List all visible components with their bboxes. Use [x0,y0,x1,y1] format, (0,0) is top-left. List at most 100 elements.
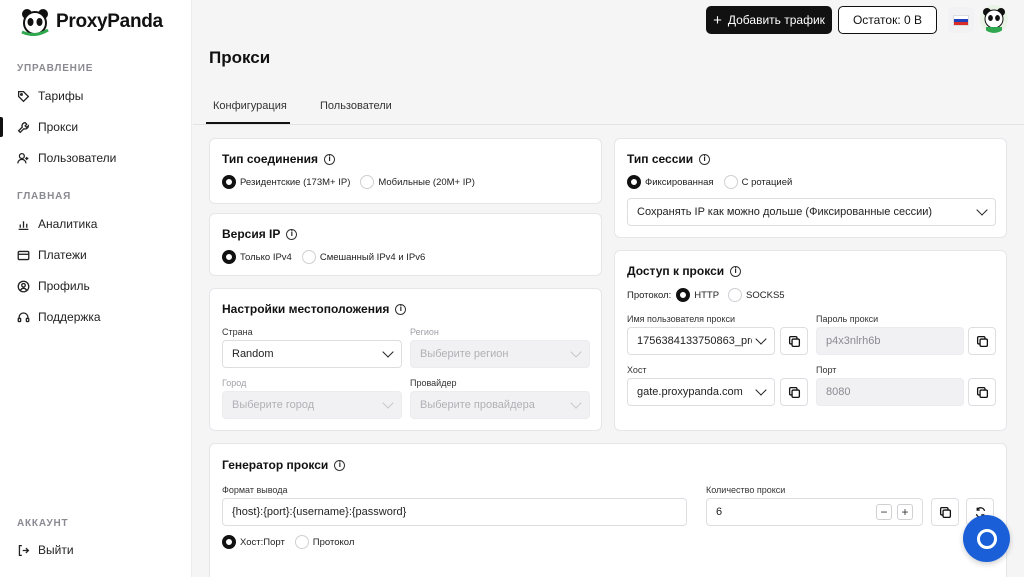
copy-icon [788,335,800,347]
port-field[interactable]: 8080 [816,378,964,406]
sidebar-item-profile[interactable]: Профиль [17,276,187,296]
copy-port-button[interactable] [968,378,996,406]
location-card: Настройки местоположения i Страна Random… [209,288,602,431]
plus-icon: + [713,11,722,29]
radio-dot [301,250,316,264]
info-icon[interactable]: i [334,459,346,471]
info-icon[interactable]: i [286,228,298,240]
avatar[interactable] [980,5,1008,33]
sidebar-item-payments[interactable]: Платежи [17,245,187,265]
tab-configuration[interactable]: Конфигурация [206,100,290,124]
radio-host-port[interactable]: Хост:Порт [222,535,285,549]
headset-icon [17,311,30,322]
radio-mixed-ip[interactable]: Смешанный IPv4 и IPv6 [301,250,425,264]
radio-rotating[interactable]: С ротацией [723,175,792,189]
language-selector[interactable] [948,7,974,33]
chat-icon [976,528,997,549]
copy-icon [939,506,951,518]
radio-label: Только IPv4 [240,251,292,263]
brand-logo[interactable]: ProxyPanda [20,8,163,36]
copy-password-button[interactable] [968,327,996,355]
city-placeholder: Выберите город [232,399,315,411]
radio-socks5[interactable]: SOCKS5 [728,288,785,302]
sidebar-item-tariffs[interactable]: Тарифы [17,86,187,106]
radio-mobile[interactable]: Мобильные (20M+ IP) [360,175,475,189]
quantity-stepper[interactable]: 6 − + [706,498,923,526]
decrement-button[interactable]: − [876,504,892,520]
radio-protocol[interactable]: Протокол [294,535,354,549]
card-title: Тип соединения i [222,152,336,166]
balance-label: Остаток: [852,13,901,27]
info-icon[interactable]: i [730,265,742,277]
tag-icon [17,90,30,102]
radio-http[interactable]: HTTP [676,288,719,302]
radio-label: SOCKS5 [746,289,785,301]
sidebar-item-label: Пользователи [38,151,117,165]
proxy-generator-title: Генератор прокси [222,458,329,472]
card-icon [17,250,30,260]
info-icon[interactable]: i [699,153,711,165]
country-value: Random [232,348,274,360]
chevron-down-icon [755,384,767,396]
radio-ipv4-only[interactable]: Только IPv4 [222,250,292,264]
active-indicator [0,117,3,137]
chevron-down-icon [382,346,394,358]
radio-dot [676,288,691,302]
balance-button[interactable]: Остаток: 0 B [838,6,937,34]
proxy-access-title: Доступ к прокси [627,264,725,278]
card-title: Версия IP i [222,227,298,241]
sidebar-item-proxy[interactable]: Прокси [17,117,187,137]
info-icon[interactable]: i [324,153,336,165]
section-title-account: АККАУНТ [17,518,69,529]
host-select[interactable]: gate.proxypanda.com [627,378,775,406]
city-label: Город [222,378,247,388]
copy-username-button[interactable] [780,327,808,355]
location-title: Настройки местоположения [222,302,390,316]
users-icon [17,152,29,163]
add-traffic-label: Добавить трафик [727,13,825,27]
proxy-generator-card: Генератор прокси i Формат вывода {host}:… [209,443,1007,577]
sidebar-item-label: Выйти [38,543,74,557]
protocol-label: Протокол: [627,289,672,301]
country-select[interactable]: Random [222,340,402,368]
username-label: Имя пользователя прокси [627,314,735,324]
tab-users[interactable]: Пользователи [320,100,392,112]
page-title: Прокси [209,48,271,67]
increment-button[interactable]: + [897,504,913,520]
radio-dot [222,250,236,264]
provider-select[interactable]: Выберите провайдера [410,391,590,419]
city-select[interactable]: Выберите город [222,391,402,419]
chat-widget-button[interactable] [963,515,1010,562]
copy-icon [788,386,800,398]
sidebar-item-analytics[interactable]: Аналитика [17,214,187,234]
add-traffic-button[interactable]: + Добавить трафик [706,6,832,34]
info-icon[interactable]: i [395,303,407,315]
sidebar: ProxyPanda УПРАВЛЕНИЕ Тарифы Прокси Поль… [0,0,192,577]
region-select[interactable]: Выберите регион [410,340,590,368]
session-mode-select[interactable]: Сохранять IP как можно дольше (Фиксирова… [627,198,996,226]
panda-logo-icon [21,9,49,36]
format-input[interactable]: {host}:{port}:{username}:{password} [222,498,687,526]
section-title-main: ГЛАВНАЯ [17,191,72,202]
count-label: Количество прокси [706,485,786,495]
copy-icon [976,335,988,347]
password-field[interactable]: p4x3nlrh6b [816,327,964,355]
sidebar-item-users[interactable]: Пользователи [17,148,187,168]
profile-icon [17,280,30,292]
sidebar-item-label: Платежи [38,248,87,262]
region-label: Регион [410,327,439,337]
sidebar-item-logout[interactable]: Выйти [17,540,187,560]
port-value: 8080 [826,386,851,398]
chevron-down-icon [570,346,582,358]
chevron-down-icon [570,397,582,409]
logout-icon [18,544,30,556]
copy-host-button[interactable] [780,378,808,406]
radio-dot [222,535,236,549]
radio-residential[interactable]: Резидентские (173M+ IP) [222,175,350,189]
username-select[interactable]: 1756384133750863_pro [627,327,775,355]
ip-version-card: Версия IP i Только IPv4 Смешанный IPv4 и… [209,213,602,276]
radio-sticky[interactable]: Фиксированная [627,175,714,189]
count-value: 6 [716,506,723,518]
sidebar-item-support[interactable]: Поддержка [17,307,187,327]
copy-list-button[interactable] [931,498,959,526]
